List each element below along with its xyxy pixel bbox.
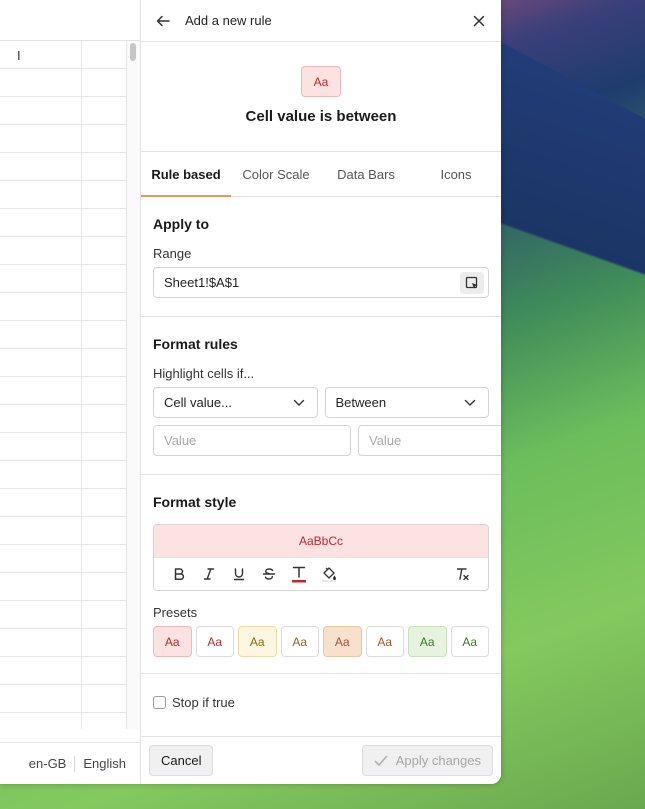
app-window: I en-GB English Add a new rule Aa Cell v… (0, 0, 501, 784)
italic-icon[interactable] (194, 562, 224, 586)
grid-row[interactable] (0, 349, 127, 377)
section-heading: Format rules (153, 336, 238, 352)
value-min-input[interactable] (153, 425, 351, 456)
tab-rule-based[interactable]: Rule based (141, 152, 231, 197)
apply-changes-button[interactable]: Apply changes (361, 745, 493, 776)
scrollbar-thumb[interactable] (130, 43, 136, 61)
sheet-toolbar (0, 0, 140, 41)
range-value: Sheet1!$A$1 (164, 275, 240, 290)
chevron-down-icon (464, 399, 476, 406)
preset-style-6[interactable]: Aa (365, 626, 404, 657)
preset-style-1[interactable]: Aa (153, 626, 192, 657)
add-rule-panel: Add a new rule Aa Cell value is between … (141, 0, 501, 784)
range-field[interactable]: Sheet1!$A$1 (153, 267, 489, 298)
preset-style-3[interactable]: Aa (238, 626, 277, 657)
presets-label: Presets (153, 605, 198, 620)
grid-row[interactable] (0, 573, 127, 601)
vertical-scrollbar[interactable] (127, 41, 140, 729)
condition-value: Cell value... (164, 395, 232, 410)
range-label: Range (153, 246, 192, 261)
stop-if-true-checkbox[interactable] (153, 696, 166, 709)
preset-style-4[interactable]: Aa (280, 626, 319, 657)
close-icon[interactable] (471, 13, 487, 29)
check-icon (374, 755, 388, 766)
grid-row[interactable] (0, 489, 127, 517)
section-heading: Apply to (153, 216, 209, 232)
grid-row[interactable] (0, 433, 127, 461)
stop-if-true-section: Stop if true (141, 674, 501, 710)
underline-icon[interactable] (224, 562, 254, 586)
style-toolbar (154, 558, 488, 590)
grid-row[interactable] (0, 629, 127, 657)
grid-row[interactable] (0, 405, 127, 433)
preset-style-8[interactable]: Aa (450, 626, 489, 657)
language-label[interactable]: English (83, 756, 126, 771)
presets-list: Aa Aa Aa Aa Aa Aa Aa Aa (153, 626, 489, 657)
stop-if-true-row[interactable]: Stop if true (153, 695, 489, 710)
grid-row[interactable] (0, 685, 127, 713)
format-style-section: Format style AaBbCc Presets Aa Aa Aa Aa … (141, 475, 501, 674)
style-preview: AaBbCc (154, 525, 488, 558)
grid-row[interactable] (0, 601, 127, 629)
panel-title: Add a new rule (185, 13, 272, 28)
status-divider (74, 755, 76, 772)
column-header-i[interactable]: I (0, 41, 81, 69)
chevron-down-icon (293, 399, 304, 406)
grid-row[interactable] (0, 377, 127, 405)
rule-title: Cell value is between (245, 108, 397, 125)
column-divider (81, 41, 82, 729)
grid-row[interactable] (0, 69, 127, 97)
grid-row[interactable] (0, 321, 127, 349)
select-range-icon[interactable] (460, 271, 484, 294)
apply-to-section: Apply to Range Sheet1!$A$1 (141, 197, 501, 317)
grid-row[interactable] (0, 657, 127, 685)
panel-footer: Cancel Apply changes (141, 736, 501, 784)
clear-format-icon[interactable] (448, 562, 478, 586)
operator-select[interactable]: Between (324, 387, 489, 418)
status-bar: en-GB English (0, 742, 140, 784)
tab-icons[interactable]: Icons (411, 152, 501, 196)
stop-if-true-label[interactable]: Stop if true (172, 695, 235, 710)
panel-header: Add a new rule (141, 0, 501, 42)
section-heading: Format style (153, 494, 237, 510)
highlight-label: Highlight cells if... (153, 366, 255, 381)
grid-row[interactable] (0, 293, 127, 321)
strikethrough-icon[interactable] (254, 562, 284, 586)
cell-grid[interactable]: I (0, 41, 127, 729)
condition-select[interactable]: Cell value... (153, 387, 318, 418)
arrow-left-icon[interactable] (155, 13, 171, 29)
tab-data-bars[interactable]: Data Bars (321, 152, 411, 196)
wallpaper-band (480, 30, 645, 430)
preset-style-7[interactable]: Aa (408, 626, 447, 657)
grid-row[interactable] (0, 125, 127, 153)
grid-row[interactable] (0, 209, 127, 237)
grid-row[interactable] (0, 545, 127, 573)
preset-style-2[interactable]: Aa (195, 626, 234, 657)
cancel-button[interactable]: Cancel (149, 745, 214, 776)
rule-preview: Aa Cell value is between (141, 42, 501, 152)
text-color-icon[interactable] (284, 562, 314, 586)
grid-row[interactable] (0, 153, 127, 181)
values-row (153, 425, 501, 456)
locale-label[interactable]: en-GB (29, 756, 67, 771)
condition-row: Cell value... Between (153, 387, 489, 418)
value-max-input[interactable] (358, 425, 501, 456)
operator-value: Between (335, 395, 387, 410)
tab-color-scale[interactable]: Color Scale (231, 152, 321, 196)
grid-row[interactable] (0, 461, 127, 489)
format-rules-section: Format rules Highlight cells if... Cell … (141, 317, 501, 475)
apply-changes-label: Apply changes (395, 753, 481, 768)
fill-color-icon[interactable] (314, 562, 344, 586)
preset-style-5[interactable]: Aa (323, 626, 362, 657)
grid-row[interactable] (0, 97, 127, 125)
style-editor: AaBbCc (153, 524, 489, 591)
spreadsheet-area: I en-GB English (0, 0, 141, 784)
rule-style-chip: Aa (301, 66, 341, 97)
bold-icon[interactable] (164, 562, 194, 586)
grid-row[interactable] (0, 517, 127, 545)
rule-type-tabs: Rule based Color Scale Data Bars Icons (141, 152, 501, 197)
grid-row[interactable] (0, 181, 127, 209)
grid-row[interactable] (0, 265, 127, 293)
grid-row[interactable] (0, 237, 127, 265)
